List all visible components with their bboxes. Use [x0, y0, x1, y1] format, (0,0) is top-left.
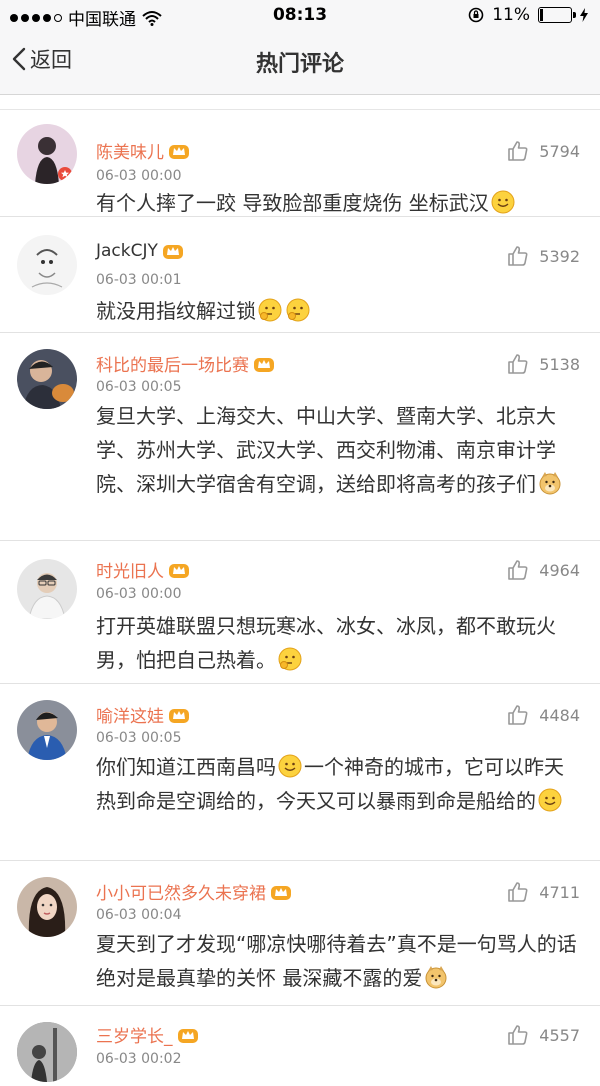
username[interactable]: 科比的最后一场比赛	[96, 351, 275, 376]
avatar[interactable]	[17, 559, 77, 619]
comment-text-content: 就没用指纹解过锁	[96, 299, 256, 323]
comment-text: 就没用指纹解过锁	[96, 294, 580, 328]
like-button[interactable]: 5392	[507, 245, 580, 267]
thumbs-up-icon	[508, 1025, 528, 1045]
comment-list: 陈美味儿 06-03 00:00 5794 有个人摔了一跤 导致脸部重度烧伤 坐…	[0, 95, 600, 1086]
like-button[interactable]: 4484	[507, 704, 580, 726]
comment-text: 有个人摔了一跤 导致脸部重度烧伤 坐标武汉	[96, 186, 580, 220]
avatar[interactable]	[17, 1022, 77, 1082]
comment-text: 复旦大学、上海交大、中山大学、暨南大学、北京大学、苏州大学、武汉大学、西交利物浦…	[96, 399, 580, 501]
list-item[interactable]: 小小可已然多久未穿裙 06-03 00:04 4711 夏天到了才发现“哪凉快哪…	[0, 861, 600, 1006]
list-item[interactable]: 时光旧人 06-03 00:00 4964 打开英雄联盟只想玩寒冰、冰女、冰凤，…	[0, 541, 600, 684]
comment-text: 打开英雄联盟只想玩寒冰、冰女、冰凤，都不敢玩火男，怕把自己热着。	[96, 609, 580, 677]
comment-text-content: 夏天到了才发现“哪凉快哪待着去”真不是一句骂人的话 绝对是最真挚的关怀 最深藏不…	[96, 932, 577, 990]
smile-emoji-icon	[278, 754, 302, 778]
username[interactable]: 喻洋这娃	[96, 702, 190, 727]
like-button[interactable]: 4964	[507, 559, 580, 581]
like-count: 4964	[539, 560, 580, 580]
thinking-emoji-icon	[258, 298, 282, 322]
like-button[interactable]: 5794	[507, 140, 580, 162]
comment-time: 06-03 00:05	[96, 730, 182, 746]
comment-text-part: 你们知道江西南昌吗	[96, 755, 276, 779]
comment-text-content: 复旦大学、上海交大、中山大学、暨南大学、北京大学、苏州大学、武汉大学、西交利物浦…	[96, 404, 556, 496]
avatar[interactable]	[17, 700, 77, 760]
comment-text-content: 有个人摔了一跤 导致脸部重度烧伤 坐标武汉	[96, 191, 489, 215]
username-text: 小小可已然多久未穿裙	[96, 884, 266, 904]
avatar[interactable]	[17, 124, 77, 184]
list-item[interactable]: JackCJY 06-03 00:01 5392 就没用指纹解过锁	[0, 217, 600, 333]
username-text: 三岁学长_	[96, 1027, 173, 1047]
avatar[interactable]	[17, 877, 77, 937]
comment-text: 夏天到了才发现“哪凉快哪待着去”真不是一句骂人的话 绝对是最真挚的关怀 最深藏不…	[96, 927, 580, 995]
vip-crown-icon	[177, 1028, 198, 1043]
like-count: 4484	[539, 705, 580, 725]
navigation-bar: 返回 热门评论	[0, 30, 600, 95]
doge-emoji-icon	[425, 966, 447, 989]
like-count: 5392	[539, 246, 580, 266]
vip-crown-icon	[254, 357, 274, 372]
vip-crown-icon	[271, 885, 291, 900]
orientation-lock-icon	[468, 7, 484, 23]
username-text: 科比的最后一场比赛	[96, 356, 249, 376]
status-bar: 中国联通 08:13 11%	[0, 0, 600, 30]
thumbs-up-icon	[508, 354, 528, 374]
comment-time: 06-03 00:01	[96, 272, 182, 288]
like-button[interactable]: 4557	[507, 1024, 580, 1046]
thumbs-up-icon	[508, 141, 528, 161]
like-button[interactable]: 4711	[507, 881, 580, 903]
username-text: 时光旧人	[96, 562, 164, 582]
list-item[interactable]: 科比的最后一场比赛 06-03 00:05 5138 复旦大学、上海交大、中山大…	[0, 333, 600, 541]
list-item[interactable]: 三岁学长_ 06-03 00:02 4557	[0, 1006, 600, 1086]
page-title: 热门评论	[255, 52, 344, 77]
thumbs-up-icon	[508, 705, 528, 725]
like-count: 5138	[539, 354, 580, 374]
list-item[interactable]: 喻洋这娃 06-03 00:05 4484 你们知道江西南昌吗 一个神奇的城市，它…	[0, 684, 600, 861]
username[interactable]: 时光旧人	[96, 557, 190, 582]
vip-crown-icon	[162, 245, 183, 259]
smile-emoji-icon	[491, 190, 515, 214]
vip-crown-icon	[169, 708, 189, 723]
thumbs-up-icon	[508, 560, 528, 580]
doge-emoji-icon	[539, 472, 561, 495]
like-count: 4711	[539, 882, 580, 902]
thumbs-up-icon	[508, 882, 528, 902]
charging-icon	[580, 8, 588, 22]
comment-text: 你们知道江西南昌吗 一个神奇的城市，它可以昨天热到命是空调给的，今天又可以暴雨到命…	[96, 750, 580, 818]
comment-time: 06-03 00:00	[96, 586, 182, 602]
comment-time: 06-03 00:02	[96, 1051, 182, 1067]
username[interactable]: 三岁学长_	[96, 1022, 199, 1047]
username[interactable]: 陈美味儿	[96, 138, 190, 163]
comment-time: 06-03 00:00	[96, 168, 182, 184]
thinking-emoji-icon	[278, 647, 302, 671]
thumbs-up-icon	[508, 246, 528, 266]
username[interactable]: JackCJY	[96, 241, 184, 261]
comment-time: 06-03 00:04	[96, 907, 182, 923]
list-item[interactable]: 陈美味儿 06-03 00:00 5794 有个人摔了一跤 导致脸部重度烧伤 坐…	[0, 110, 600, 217]
avatar[interactable]	[17, 349, 77, 409]
like-count: 5794	[539, 141, 580, 161]
vip-crown-icon	[169, 144, 189, 159]
comment-time: 06-03 00:05	[96, 379, 182, 395]
thinking-emoji-icon	[286, 298, 310, 322]
username-text: 喻洋这娃	[96, 707, 164, 727]
username[interactable]: 小小可已然多久未穿裙	[96, 879, 292, 904]
username-text: 陈美味儿	[96, 143, 164, 163]
battery-status: 11%	[468, 5, 588, 25]
battery-icon	[538, 7, 576, 23]
battery-percent: 11%	[492, 5, 530, 25]
vip-crown-icon	[169, 563, 189, 578]
divider	[0, 95, 600, 110]
avatar[interactable]	[17, 235, 77, 295]
like-count: 4557	[539, 1025, 580, 1045]
smile-emoji-icon	[538, 788, 562, 812]
username-text: JackCJY	[96, 241, 158, 261]
comment-text-content: 打开英雄联盟只想玩寒冰、冰女、冰凤，都不敢玩火男，怕把自己热着。	[96, 614, 556, 672]
like-button[interactable]: 5138	[507, 353, 580, 375]
